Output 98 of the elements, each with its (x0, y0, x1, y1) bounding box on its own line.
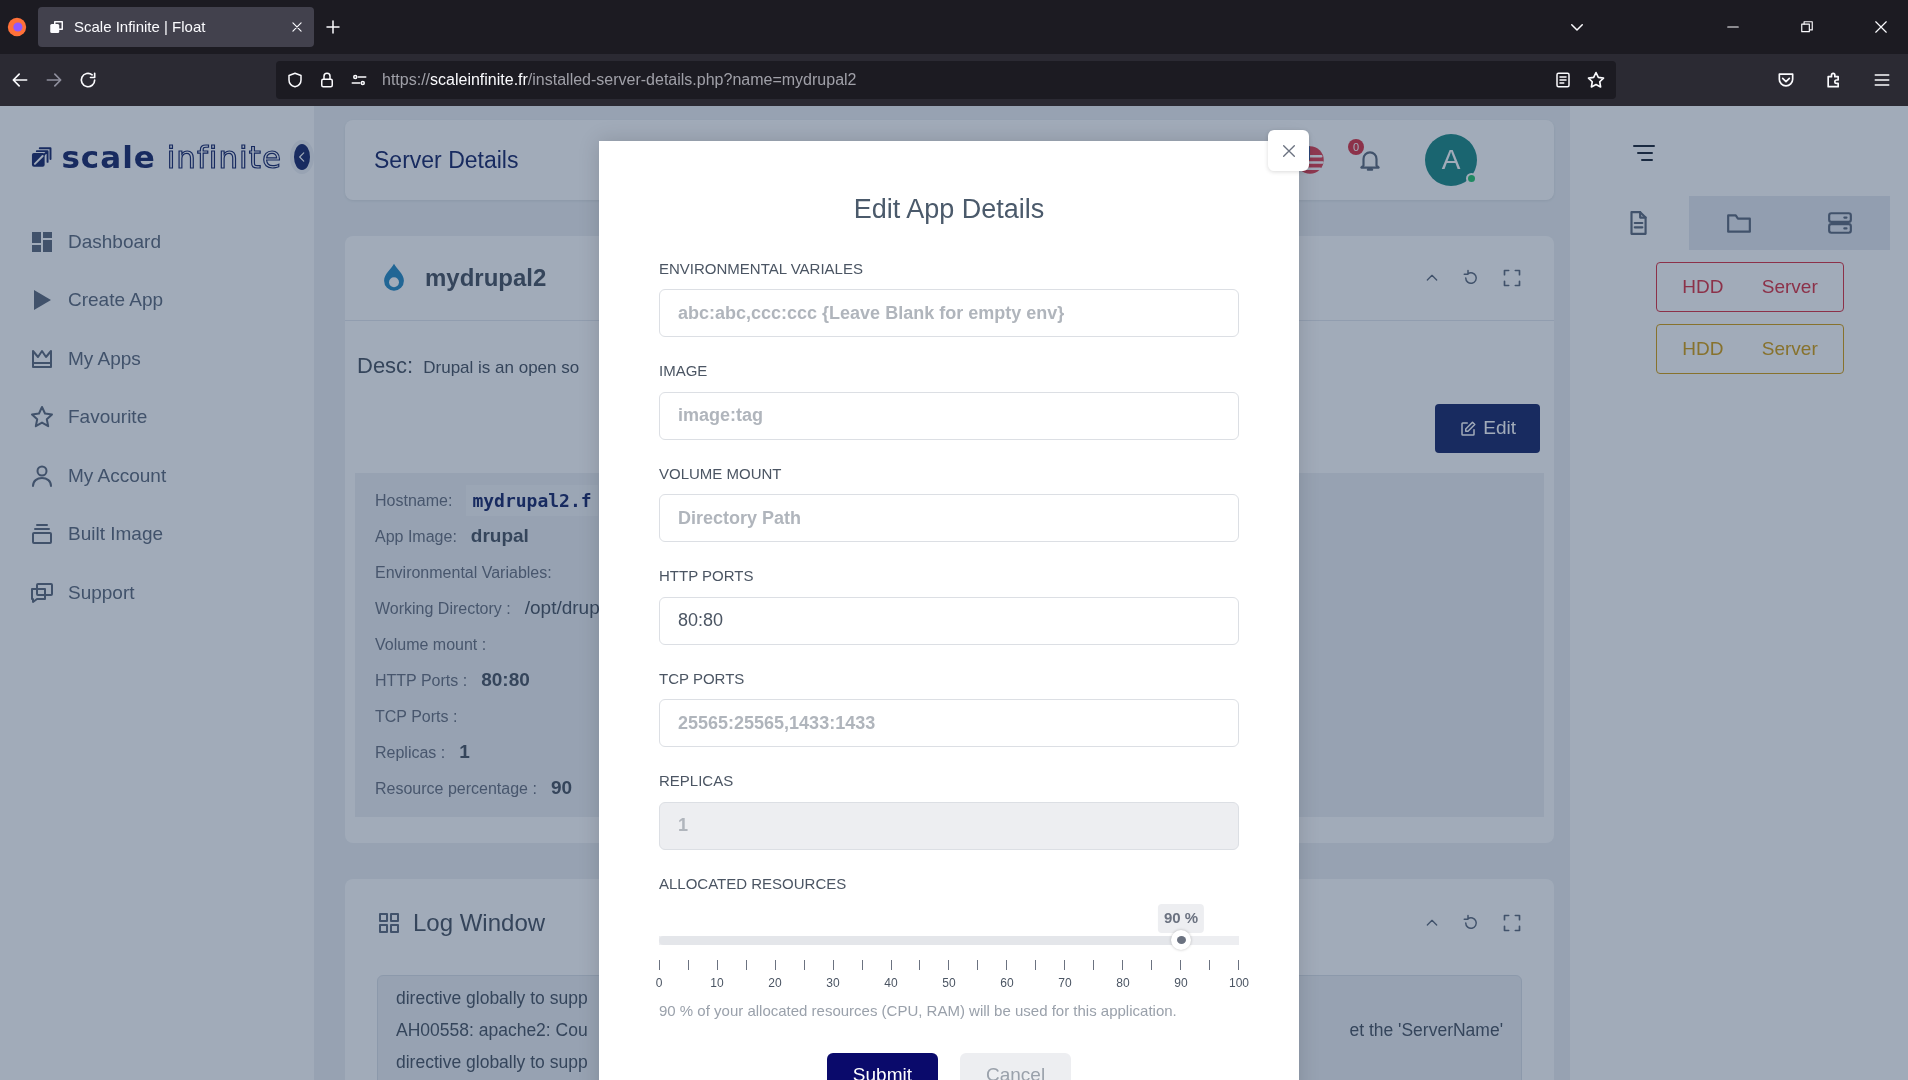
edit-button[interactable]: Edit (1435, 404, 1540, 453)
stack-icon (30, 522, 54, 547)
sidebar-item[interactable]: My Account (30, 446, 314, 505)
value-bubble: 90 % (1157, 904, 1205, 933)
input-field[interactable]: 80:80 (659, 596, 1239, 645)
server-icon (1825, 210, 1854, 236)
tick-label: 50 (942, 975, 956, 992)
input-field[interactable]: abc:abc,ccc:ccc {Leave Blank for empty env} (659, 289, 1239, 337)
shield-icon[interactable] (286, 71, 304, 89)
field-label: App Image: (375, 526, 457, 547)
field-label: Hostname: (375, 490, 453, 511)
tick-label: 60 (1000, 975, 1014, 992)
tick-label: 30 (826, 975, 840, 992)
tick-label: 40 (884, 975, 898, 992)
tick-label: 100 (1229, 975, 1249, 992)
field-label: Working Directory : (375, 598, 511, 619)
field-label: ENVIRONMENTAL VARIALES (659, 258, 864, 279)
field-label: Resource percentage : (375, 778, 537, 799)
log-title: Log Window (413, 908, 546, 938)
field-label: VOLUME MOUNT (659, 463, 783, 484)
browser-logo-icon[interactable] (6, 16, 28, 38)
app-name: mydrupal2 (425, 263, 547, 293)
restore-icon[interactable] (1800, 20, 1814, 34)
input-field[interactable]: Directory Path (659, 494, 1239, 542)
tick-label: 90 (1174, 975, 1188, 992)
sidebar-item[interactable]: Support (30, 563, 314, 622)
tick-label: 80 (1116, 975, 1130, 992)
submit-button[interactable]: Submit (826, 1052, 938, 1080)
notification-badge: 0 (1348, 139, 1364, 155)
sidebar-item[interactable]: Favourite (30, 388, 314, 447)
star-icon[interactable] (1586, 70, 1606, 90)
online-dot (1466, 173, 1477, 184)
field-label: REPLICAS (659, 771, 735, 791)
chat-icon (30, 580, 54, 605)
sidebar-item[interactable]: My Apps (30, 329, 314, 388)
pocket-icon[interactable] (1776, 70, 1796, 90)
field-label: TCP PORTS (659, 668, 746, 689)
user-icon (30, 463, 54, 488)
panel-tab[interactable] (1789, 196, 1890, 250)
forward-icon[interactable] (44, 70, 64, 90)
description-text: Drupal is an open so (423, 357, 580, 379)
tick-label: 0 (655, 975, 663, 992)
field-label: Environmental Variables: (375, 562, 552, 583)
sidebar-item[interactable]: Dashboard (30, 212, 314, 271)
field-value: 80:80 (481, 668, 530, 693)
sidebar-item[interactable]: Create App (30, 271, 314, 330)
reader-view-icon[interactable] (1554, 71, 1572, 89)
avatar[interactable]: A (1425, 134, 1477, 186)
field-label: Replicas : (375, 742, 446, 763)
storage-toggle[interactable]: HDD Server (1656, 262, 1844, 312)
menu-icon[interactable] (1632, 142, 1656, 163)
cancel-button[interactable]: Cancel (960, 1052, 1072, 1080)
edit-icon (1459, 420, 1478, 438)
field-value: /opt/drup (524, 596, 600, 621)
field-label: TCP Ports : (375, 706, 458, 727)
browser-tab[interactable]: Scale Infinite | Float (38, 7, 314, 47)
help-text: 90 % of your allocated resources (CPU, RAM) will be used for this application. (659, 1001, 1178, 1021)
field-value: mydrupal2.f (466, 485, 598, 516)
grid-icon (377, 911, 401, 935)
dashboard-icon (30, 229, 54, 254)
star-icon (30, 405, 54, 430)
fullscreen-icon[interactable] (1502, 268, 1522, 288)
field-label: Volume mount : (375, 634, 487, 655)
log-line: AH00558: apache2: Cou (396, 1018, 588, 1042)
tab-title: Scale Infinite | Float (74, 16, 207, 37)
plus-icon[interactable] (324, 18, 342, 36)
field-label: ALLOCATED RESOURCES (659, 873, 848, 894)
log-line: directive globally to supp (396, 1050, 588, 1074)
close-icon[interactable] (1874, 20, 1888, 34)
sidebar-item[interactable]: Built Image (30, 505, 314, 564)
field-value: 90 (550, 776, 572, 801)
log-line: et the 'ServerName' (1349, 1018, 1503, 1042)
modal-title: Edit App Details (852, 193, 1046, 226)
tick-label: 10 (710, 975, 724, 992)
logo-text: scale infinite (61, 138, 282, 177)
field-value: drupal (470, 524, 529, 549)
log-line: directive globally to supp (396, 986, 588, 1010)
tick-label: 20 (768, 975, 782, 992)
page-title: Server Details (374, 145, 520, 175)
lock-icon[interactable] (318, 71, 336, 89)
close-icon (1280, 142, 1297, 159)
collapse-button[interactable] (289, 140, 314, 175)
back-icon[interactable] (10, 70, 30, 90)
field-label: HTTP Ports : (375, 670, 468, 691)
reload-icon[interactable] (78, 70, 98, 90)
field-label: IMAGE (659, 361, 709, 381)
field-label: HTTP PORTS (659, 566, 755, 586)
close-icon[interactable] (290, 20, 304, 34)
storage-toggle[interactable]: HDD Server (1656, 324, 1844, 374)
fullscreen-icon[interactable] (1502, 913, 1522, 933)
refresh-icon[interactable] (1462, 269, 1480, 287)
field-value: 1 (459, 740, 470, 765)
input-field[interactable]: 25565:25565,1433:1433 (659, 699, 1239, 747)
input-field[interactable]: image:tag (659, 391, 1239, 440)
tick-label: 70 (1058, 975, 1072, 992)
description-label: Desc: (357, 352, 414, 380)
window-stack-icon (48, 18, 66, 36)
refresh-icon[interactable] (1462, 914, 1480, 932)
